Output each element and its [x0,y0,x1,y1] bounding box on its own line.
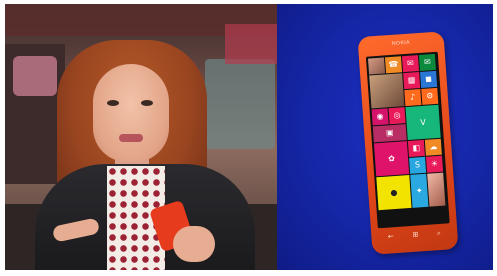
foursquare-tile[interactable]: ✿ [373,141,410,177]
yellow-app-icon: ● [390,187,398,197]
presenter-mouth [119,134,143,142]
presenter-holding-hand [173,226,215,262]
search-icon[interactable]: ⌕ [437,228,442,237]
calendar-icon: ▦ [407,75,416,85]
twitter-icon: ✦ [415,185,423,196]
market-goods-right [205,59,275,149]
mail-tile[interactable]: ✉ [418,53,436,71]
weather-icon: ☀ [430,158,439,169]
phone-tile[interactable]: ☎ [384,56,403,74]
onedrive-icon: ☁ [429,141,438,152]
phone-screen: ☎ ✉ ✉ ▦ ◼ ♪ ⚙ ◉ ◎ V ▣ ✿ ◧ ☁ S ☀ ● ✦ [365,51,450,229]
yellow-app-tile[interactable]: ● [376,174,412,211]
instagram-tile[interactable]: ◎ [388,107,406,125]
market-goods-left [13,56,57,96]
vine-tile[interactable]: V [405,104,441,141]
phone-icon: ☎ [388,59,399,70]
vine-icon: V [420,117,427,127]
instagram-icon: ◎ [393,110,401,120]
contact-photo-tile[interactable] [427,172,446,207]
video-scene-panel [5,4,277,270]
market-goods-top-right [225,24,277,64]
start-screen-tiles: ☎ ✉ ✉ ▦ ◼ ♪ ⚙ ◉ ◎ V ▣ ✿ ◧ ☁ S ☀ ● ✦ [368,53,446,211]
onedrive-tile[interactable]: ☁ [424,138,442,156]
photo-app-icon: ▣ [385,127,394,138]
camera-tile[interactable]: ◉ [371,108,389,126]
foursquare-icon: ✿ [387,153,396,163]
mail-icon: ✉ [423,57,432,67]
back-arrow-icon[interactable]: ← [388,232,394,240]
music-icon: ♪ [409,92,416,102]
skype-icon: S [414,160,421,170]
phone-brand-label: NOKIA [391,39,411,47]
video-frame: NOKIA ☎ ✉ ✉ ▦ ◼ ♪ ⚙ ◉ ◎ V ▣ ✿ ◧ ☁ S ☀ ● ✦ ← ⊞ ⌕ [5,4,493,270]
phone-nav-bar: ← ⊞ ⌕ [378,225,451,244]
presenter-face [93,64,169,162]
photos-tile[interactable] [369,73,405,109]
photo-app-tile[interactable]: ▣ [372,124,407,143]
messaging-tile[interactable]: ✉ [401,55,420,73]
phone-promo-panel: NOKIA ☎ ✉ ✉ ▦ ◼ ♪ ⚙ ◉ ◎ V ▣ ✿ ◧ ☁ S ☀ ● ✦ ← ⊞ ⌕ [277,4,493,270]
music-tile[interactable]: ♪ [404,89,422,107]
people-tile[interactable] [368,57,386,75]
store-icon: ◼ [424,74,433,84]
presenter-eye-left [107,100,119,106]
settings-tile[interactable]: ⚙ [421,87,439,105]
skype-tile[interactable]: S [409,156,427,174]
windows-start-icon[interactable]: ⊞ [412,231,418,239]
calendar-tile[interactable]: ▦ [403,72,421,90]
camera-icon: ◉ [376,111,384,122]
twitter-tile[interactable]: ✦ [410,173,429,208]
presenter-eye-right [141,100,153,106]
office-tile[interactable]: ◧ [407,139,425,157]
weather-tile[interactable]: ☀ [426,155,444,173]
store-tile[interactable]: ◼ [420,70,438,88]
office-icon: ◧ [412,143,421,153]
messaging-icon: ✉ [406,58,415,68]
settings-icon: ⚙ [425,91,434,101]
phone-device: NOKIA ☎ ✉ ✉ ▦ ◼ ♪ ⚙ ◉ ◎ V ▣ ✿ ◧ ☁ S ☀ ● ✦ ← ⊞ ⌕ [357,31,459,255]
